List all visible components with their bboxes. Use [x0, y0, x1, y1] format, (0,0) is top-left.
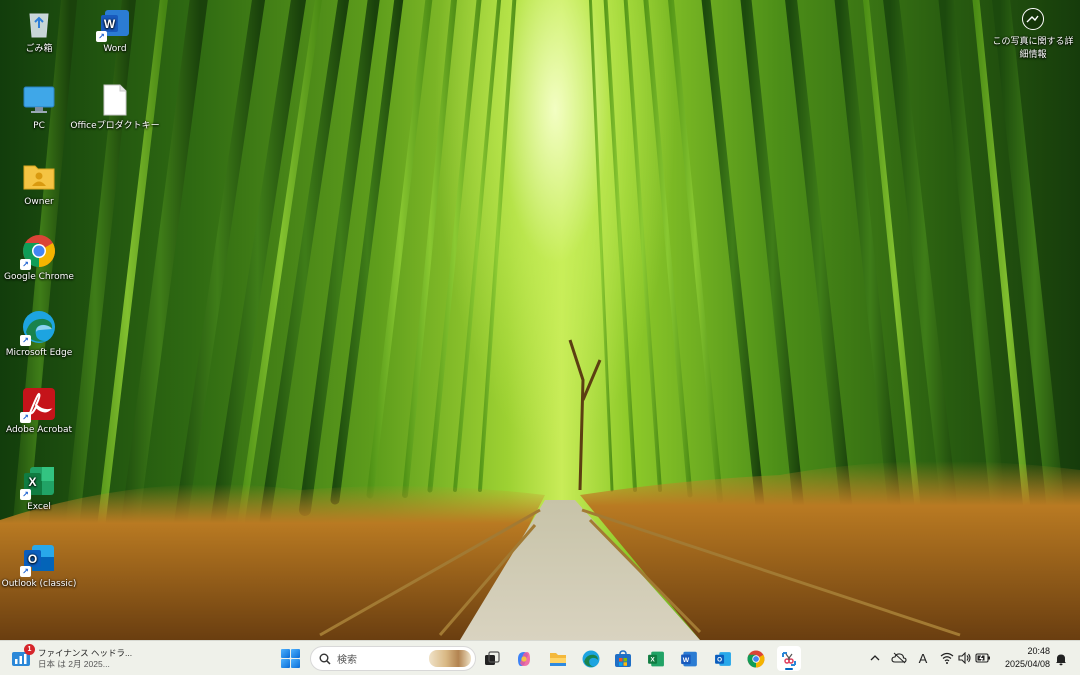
edge-icon — [582, 650, 600, 667]
camera-info-icon — [1022, 8, 1044, 30]
chrome-icon — [747, 650, 765, 667]
search-icon — [319, 653, 331, 665]
excel-icon: X — [648, 651, 664, 666]
shortcut-arrow-icon: ↗ — [20, 259, 31, 270]
desktop-icon-label: Owner — [24, 197, 54, 207]
desktop-icon-adobe-acrobat[interactable]: ↗ Adobe Acrobat — [0, 383, 78, 453]
desktop-icon-label: PC — [33, 121, 45, 131]
bamboo-grove-photo — [0, 0, 1080, 640]
photo-info-widget[interactable]: この写真に関する詳 細情報 — [990, 8, 1076, 62]
svg-text:O: O — [28, 552, 37, 566]
photo-info-line1: この写真に関する詳 — [992, 37, 1074, 47]
news-title: ファイナンス ヘッドラ... — [38, 647, 133, 658]
taskbar-clock[interactable]: 20:48 2025/04/08 — [998, 645, 1050, 671]
task-view-icon — [485, 650, 500, 665]
taskbar-search-box[interactable]: 検索 — [310, 646, 476, 671]
taskbar-task-view[interactable] — [480, 646, 504, 671]
photo-info-line2: 細情報 — [1019, 50, 1047, 60]
monitor-icon — [22, 83, 56, 117]
svg-text:X: X — [28, 475, 36, 489]
desktop-icon-label: Adobe Acrobat — [5, 425, 73, 435]
desktop-icon-owner[interactable]: Owner — [0, 155, 78, 225]
taskbar-snipping-tool[interactable] — [777, 646, 801, 671]
windows-logo-icon — [281, 649, 290, 658]
excel-icon: X ↗ — [20, 464, 56, 500]
desktop-icon-excel[interactable]: X ↗ Excel — [0, 460, 78, 530]
taskbar-edge[interactable] — [579, 646, 603, 671]
search-placeholder: 検索 — [337, 655, 357, 666]
desktop-icon-label: ごみ箱 — [25, 44, 53, 54]
taskbar-word[interactable]: W — [677, 646, 701, 671]
shortcut-arrow-icon: ↗ — [20, 489, 31, 500]
recycle-bin-icon — [22, 6, 56, 40]
desktop-icon-label: Google Chrome — [4, 272, 74, 282]
desktop-icon-office-product-key[interactable]: Officeプロダクトキー — [70, 79, 160, 149]
taskbar-outlook[interactable]: O — [711, 646, 735, 671]
taskbar: 1 ファイナンス ヘッドラ... 日本 は 2月 2025... 検索 X W … — [0, 640, 1080, 675]
desktop-icon-label: Microsoft Edge — [5, 348, 73, 358]
desktop-icon-google-chrome[interactable]: ↗ Google Chrome — [0, 230, 78, 300]
widgets-news-button[interactable]: 1 ファイナンス ヘッドラ... 日本 は 2月 2025... — [12, 643, 152, 673]
svg-text:W: W — [104, 17, 116, 31]
shortcut-arrow-icon: ↗ — [96, 31, 107, 42]
desktop-icon-label: Excel — [27, 502, 51, 512]
shortcut-arrow-icon: ↗ — [20, 566, 31, 577]
taskbar-file-explorer[interactable] — [546, 646, 570, 671]
start-button[interactable] — [281, 649, 300, 668]
wifi-icon[interactable] — [939, 650, 955, 666]
store-icon — [615, 649, 631, 667]
outlook-icon: O ↗ — [20, 541, 56, 577]
taskbar-copilot[interactable] — [512, 646, 536, 671]
desktop-icon-outlook-classic[interactable]: O ↗ Outlook (classic) — [0, 537, 78, 607]
outlook-icon: O — [715, 651, 731, 666]
user-folder-icon — [22, 159, 56, 193]
svg-text:W: W — [683, 656, 690, 663]
taskbar-excel[interactable]: X — [644, 646, 668, 671]
desktop-icon-microsoft-edge[interactable]: ↗ Microsoft Edge — [0, 306, 78, 376]
shortcut-arrow-icon: ↗ — [20, 335, 31, 346]
folder-icon — [550, 652, 566, 666]
taskbar-chrome[interactable] — [744, 646, 768, 671]
desktop-icon-label: Officeプロダクトキー — [70, 121, 160, 131]
copilot-icon — [518, 651, 530, 666]
tray-ime-indicator[interactable]: A — [915, 650, 931, 666]
battery-charging-icon[interactable] — [975, 650, 991, 666]
desktop-icon-word[interactable]: W ↗ Word — [76, 2, 154, 72]
snipping-tool-icon — [782, 651, 796, 666]
document-icon — [98, 83, 132, 117]
acrobat-icon: ↗ — [20, 387, 56, 423]
speaker-icon[interactable] — [957, 650, 973, 666]
clock-time: 20:48 — [1027, 646, 1050, 656]
news-chart-icon: 1 — [12, 643, 35, 668]
desktop-wallpaper — [0, 0, 1080, 640]
svg-text:O: O — [717, 656, 722, 663]
notification-badge: 1 — [24, 643, 35, 655]
word-icon: W — [681, 651, 697, 666]
taskbar-store[interactable] — [611, 646, 635, 671]
clock-date: 2025/04/08 — [1004, 659, 1050, 669]
shortcut-arrow-icon: ↗ — [20, 412, 31, 423]
desktop-icon-label: Word — [103, 44, 127, 54]
word-icon: W ↗ — [96, 6, 132, 42]
edge-icon: ↗ — [20, 310, 56, 346]
tray-onedrive-icon[interactable] — [891, 650, 907, 666]
desktop-icon-label: Outlook (classic) — [1, 579, 77, 589]
tray-chevron-up-icon[interactable] — [867, 650, 883, 666]
search-highlight-image — [429, 650, 471, 667]
desktop-icon-recycle-bin[interactable]: ごみ箱 — [0, 2, 78, 72]
desktop-icon-pc[interactable]: PC — [0, 79, 78, 149]
news-subtitle: 日本 は 2月 2025... — [38, 658, 110, 669]
notification-bell-icon[interactable] — [1053, 651, 1069, 667]
chrome-icon: ↗ — [20, 234, 56, 270]
